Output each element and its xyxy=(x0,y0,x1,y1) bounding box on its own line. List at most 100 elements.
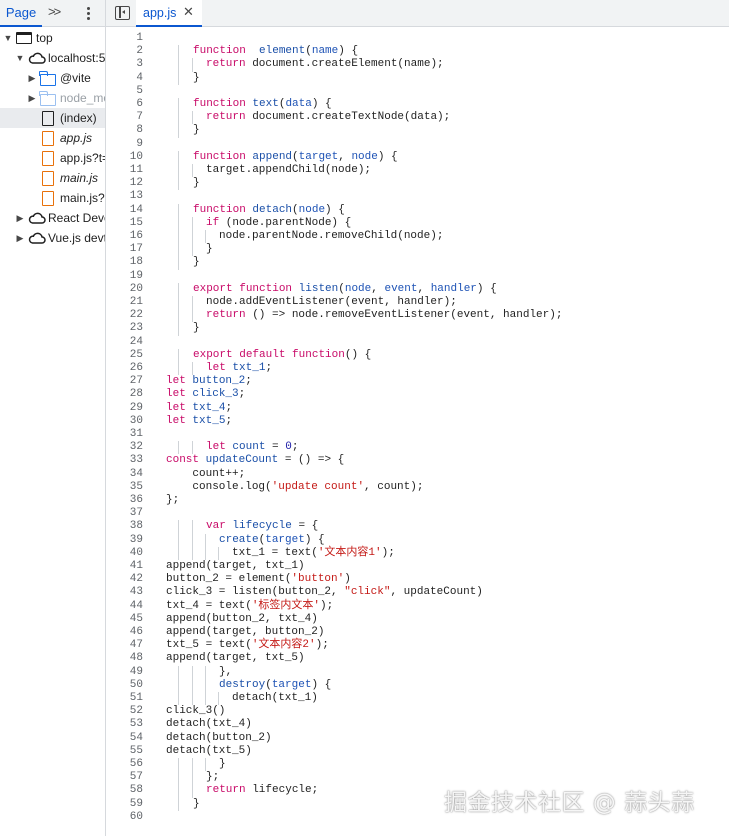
code-line[interactable]: 16 node.parentNode.removeChild(node); xyxy=(106,230,729,244)
tree-item[interactable]: ▶ React Developer Tools xyxy=(0,208,105,228)
line-number[interactable]: 12 xyxy=(106,177,143,190)
code-line[interactable]: 1 xyxy=(106,32,729,45)
line-number[interactable]: 28 xyxy=(106,388,143,401)
code-line[interactable]: 49}, xyxy=(106,665,729,679)
collapsed-triangle-icon[interactable]: ▶ xyxy=(15,233,25,244)
line-number[interactable]: 23 xyxy=(106,322,143,335)
line-number[interactable]: 37 xyxy=(106,507,143,520)
code-line[interactable]: 50 destroy(target) { xyxy=(106,678,729,692)
code-line[interactable]: 51 detach(txt_1) xyxy=(106,692,729,706)
line-number[interactable]: 35 xyxy=(106,481,143,494)
code-line[interactable]: 41 append(target, txt_1) xyxy=(106,560,729,573)
code-line[interactable]: 47 txt_5 = text('文本内容2'); xyxy=(106,639,729,652)
code-line[interactable]: 15 if (node.parentNode) { xyxy=(106,216,729,230)
code-line[interactable]: 4} xyxy=(106,71,729,85)
code-line[interactable]: 28 let click_3; xyxy=(106,388,729,401)
line-number[interactable]: 6 xyxy=(106,98,143,111)
line-number[interactable]: 17 xyxy=(106,243,143,256)
code-line[interactable]: 56} xyxy=(106,758,729,772)
code-line[interactable]: 3 return document.createElement(name); xyxy=(106,58,729,72)
line-number[interactable]: 30 xyxy=(106,415,143,428)
tree-item[interactable]: ▼ top xyxy=(0,28,105,48)
code-line[interactable]: 29 let txt_4; xyxy=(106,402,729,415)
code-line[interactable]: 52 click_3() xyxy=(106,705,729,718)
code-line[interactable]: 10 function append(target, node) { xyxy=(106,150,729,164)
line-number[interactable]: 14 xyxy=(106,204,143,217)
tab-app-js[interactable]: app.js ✕ xyxy=(136,0,202,27)
line-number[interactable]: 8 xyxy=(106,124,143,137)
line-number[interactable]: 29 xyxy=(106,402,143,415)
line-number[interactable]: 27 xyxy=(106,375,143,388)
code-line[interactable]: 8} xyxy=(106,124,729,138)
line-number[interactable]: 56 xyxy=(106,758,143,771)
tree-item[interactable]: ▶ node_modules xyxy=(0,88,105,108)
line-number[interactable]: 4 xyxy=(106,72,143,85)
line-number[interactable]: 58 xyxy=(106,784,143,797)
line-number[interactable]: 49 xyxy=(106,666,143,679)
code-line[interactable]: 14 function detach(node) { xyxy=(106,203,729,217)
line-number[interactable]: 3 xyxy=(106,58,143,71)
code-line[interactable]: 32 let count = 0; xyxy=(106,441,729,455)
collapsed-triangle-icon[interactable]: ▶ xyxy=(15,213,25,224)
code-line[interactable]: 33 const updateCount = () => { xyxy=(106,454,729,467)
line-number[interactable]: 43 xyxy=(106,586,143,599)
code-editor[interactable]: 1 2 function element(name) {3 return docume… xyxy=(106,27,729,836)
line-number[interactable]: 55 xyxy=(106,745,143,758)
tree-item[interactable]: main.js? xyxy=(0,188,105,208)
line-number[interactable]: 46 xyxy=(106,626,143,639)
line-number[interactable]: 5 xyxy=(106,85,143,98)
expanded-triangle-icon[interactable]: ▼ xyxy=(3,33,13,43)
code-line[interactable]: 17} xyxy=(106,243,729,257)
line-number[interactable]: 11 xyxy=(106,164,143,177)
code-line[interactable]: 42 button_2 = element('button') xyxy=(106,573,729,586)
code-line[interactable]: 26 let txt_1; xyxy=(106,362,729,376)
code-line[interactable]: 12} xyxy=(106,177,729,191)
code-line[interactable]: 19 xyxy=(106,270,729,283)
line-number[interactable]: 39 xyxy=(106,534,143,547)
line-number[interactable]: 15 xyxy=(106,217,143,230)
collapsed-triangle-icon[interactable]: ▶ xyxy=(27,93,37,104)
code-line[interactable]: 24 xyxy=(106,336,729,349)
code-line[interactable]: 5 xyxy=(106,85,729,98)
line-number[interactable]: 31 xyxy=(106,428,143,441)
line-number[interactable]: 45 xyxy=(106,613,143,626)
code-line[interactable]: 38 var lifecycle = { xyxy=(106,520,729,534)
line-number[interactable]: 54 xyxy=(106,732,143,745)
code-line[interactable]: 37 xyxy=(106,507,729,520)
line-number[interactable]: 34 xyxy=(106,468,143,481)
more-tabs-chevron-icon[interactable]: >> xyxy=(48,4,61,19)
more-options-icon[interactable] xyxy=(80,4,96,22)
tree-item[interactable]: ▶ @vite xyxy=(0,68,105,88)
code-line[interactable]: 36}; xyxy=(106,494,729,507)
code-line[interactable]: 31 xyxy=(106,428,729,441)
code-line[interactable]: 34 count++; xyxy=(106,468,729,481)
line-number[interactable]: 40 xyxy=(106,547,143,560)
line-number[interactable]: 38 xyxy=(106,520,143,533)
line-number[interactable]: 52 xyxy=(106,705,143,718)
line-number[interactable]: 25 xyxy=(106,349,143,362)
line-number[interactable]: 50 xyxy=(106,679,143,692)
line-number[interactable]: 33 xyxy=(106,454,143,467)
code-line[interactable]: 23} xyxy=(106,322,729,336)
tree-item[interactable]: main.js xyxy=(0,168,105,188)
line-number[interactable]: 1 xyxy=(106,32,143,45)
code-line[interactable]: 54 detach(button_2) xyxy=(106,732,729,745)
code-line[interactable]: 55 detach(txt_5) xyxy=(106,745,729,758)
code-line[interactable]: 11 target.appendChild(node); xyxy=(106,164,729,178)
line-number[interactable]: 32 xyxy=(106,441,143,454)
line-number[interactable]: 48 xyxy=(106,652,143,665)
code-line[interactable]: 44 txt_4 = text('标签内文本'); xyxy=(106,600,729,613)
code-line[interactable]: 45 append(button_2, txt_4) xyxy=(106,613,729,626)
code-line[interactable]: 40 txt_1 = text('文本内容1'); xyxy=(106,546,729,560)
line-number[interactable]: 13 xyxy=(106,190,143,203)
code-line[interactable]: 13 xyxy=(106,190,729,203)
code-line[interactable]: 48 append(target, txt_5) xyxy=(106,652,729,665)
code-line[interactable]: 20 export function listen(node, event, ha… xyxy=(106,282,729,296)
expanded-triangle-icon[interactable]: ▼ xyxy=(15,53,25,63)
line-number[interactable]: 20 xyxy=(106,283,143,296)
tree-item[interactable]: ▼ localhost:5173 xyxy=(0,48,105,68)
code-line[interactable]: 35 console.log('update count', count); xyxy=(106,481,729,494)
line-number[interactable]: 60 xyxy=(106,811,143,824)
line-number[interactable]: 19 xyxy=(106,270,143,283)
line-number[interactable]: 53 xyxy=(106,718,143,731)
